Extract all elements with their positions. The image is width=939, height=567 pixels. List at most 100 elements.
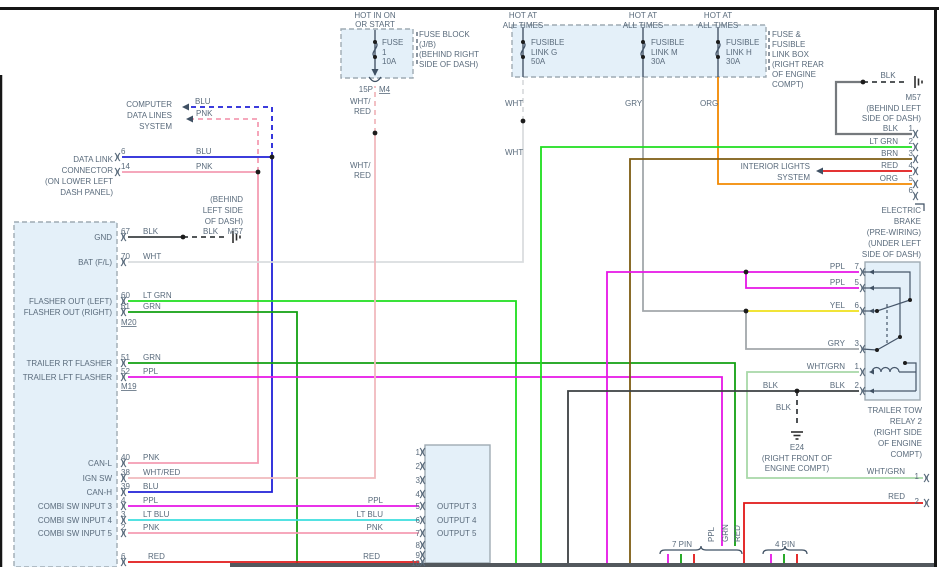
label: RED: [881, 161, 898, 170]
label: M57: [905, 93, 921, 102]
connector-strip: [230, 563, 936, 567]
pin-connector: [913, 143, 915, 151]
wire-ltgrn: [541, 147, 912, 563]
label: 3: [416, 476, 421, 485]
pin-connector: [913, 167, 915, 175]
pin-connector: [860, 368, 862, 376]
label: HOT AT: [704, 11, 732, 20]
label: LT BLU: [143, 510, 170, 519]
label: YEL: [830, 301, 846, 310]
label: PNK: [367, 523, 384, 532]
pin-connector: [913, 180, 915, 188]
pin-connector: [860, 345, 862, 353]
label: DASH PANEL): [60, 188, 113, 197]
label: TRAILER RT FLASHER: [26, 359, 112, 368]
label: COMPT): [890, 450, 922, 459]
label: 5: [909, 174, 914, 183]
label: GRY: [828, 339, 846, 348]
junction-dot: [641, 40, 645, 44]
label: 3: [121, 510, 126, 519]
label: DATA LINES: [127, 111, 172, 120]
junction-dot: [875, 348, 879, 352]
junction-dot: [875, 309, 879, 313]
label: 4 PIN: [775, 540, 795, 549]
label: ALL TIMES: [623, 21, 663, 30]
pin-connector: [118, 168, 120, 176]
label: OUTPUT 5: [437, 529, 477, 538]
label: OR START: [355, 20, 395, 29]
label: TRAILER TOW: [868, 406, 923, 415]
label: PNK: [196, 162, 213, 171]
label: 1: [915, 472, 920, 481]
junction-dot: [521, 40, 525, 44]
flow-arrow-icon: [816, 168, 823, 175]
wire-ppl: [607, 272, 859, 563]
junction-dot: [270, 155, 275, 160]
pin-connector: [420, 462, 422, 470]
label: COMBI SW INPUT 4: [38, 516, 113, 525]
junction-dot: [181, 235, 186, 240]
label: M19: [121, 382, 137, 391]
label: PPL: [830, 262, 846, 271]
label: HOT AT: [509, 11, 537, 20]
label: RED: [354, 107, 371, 116]
label: 61: [121, 302, 130, 311]
label: RED: [148, 552, 165, 561]
pin-connector: [916, 192, 918, 200]
label: 1: [909, 124, 914, 133]
label: COMBI SW INPUT 5: [38, 529, 113, 538]
label: 2: [909, 137, 914, 146]
label: RED: [888, 492, 905, 501]
label: 2: [121, 523, 126, 532]
label: LINK M: [651, 48, 678, 57]
junction-dot: [521, 119, 526, 124]
pin-connector: [420, 476, 422, 484]
label: PNK: [196, 109, 213, 118]
pin-connector: [860, 268, 862, 276]
label: (PRE-WIRING): [867, 228, 922, 237]
label: LT GRN: [869, 137, 898, 146]
label: BLK: [143, 227, 159, 236]
wiring-diagram: HOT IN ONOR STARTFUSE110AFUSE BLOCK(J/B)…: [0, 0, 939, 567]
label: SYSTEM: [139, 122, 172, 131]
label: 30A: [726, 57, 741, 66]
label: PPL: [368, 496, 384, 505]
wire-wht: [128, 121, 523, 262]
pin-connector: [420, 448, 422, 456]
label: DATA LINK: [73, 155, 113, 164]
label: FUSIBLE: [772, 40, 805, 49]
label: ELECTRIC: [881, 206, 921, 215]
label: RED: [733, 525, 742, 542]
junction-dot: [256, 170, 261, 175]
label: 10A: [382, 57, 397, 66]
label: GRN: [721, 524, 730, 542]
label: M20: [121, 318, 137, 327]
pin-connector: [916, 167, 918, 175]
junction-dot: [373, 55, 377, 59]
pin-connector: [420, 502, 422, 510]
label: 4: [121, 496, 126, 505]
label: ORG: [700, 99, 718, 108]
label: FUSIBLE: [726, 38, 759, 47]
label: BLK: [883, 124, 899, 133]
label: BLK: [763, 381, 779, 390]
label: FUSE: [382, 38, 403, 47]
label: 8: [416, 541, 421, 550]
flow-arrow-icon: [182, 104, 189, 111]
label: 6: [416, 516, 421, 525]
label: 51: [121, 353, 130, 362]
label: 6: [121, 552, 126, 561]
pin-connector: [924, 499, 926, 507]
pin-connector: [420, 490, 422, 498]
label: GND: [94, 233, 112, 242]
pin-connector: [924, 474, 926, 482]
pin-connector: [916, 143, 918, 151]
label: GRN: [143, 353, 161, 362]
label: ORG: [880, 174, 898, 183]
label: ALL TIMES: [698, 21, 738, 30]
wire-gry: [643, 77, 744, 311]
label: PPL: [830, 278, 846, 287]
pin-connector: [916, 180, 918, 188]
label: SYSTEM: [777, 173, 810, 182]
label: 2: [416, 462, 421, 471]
